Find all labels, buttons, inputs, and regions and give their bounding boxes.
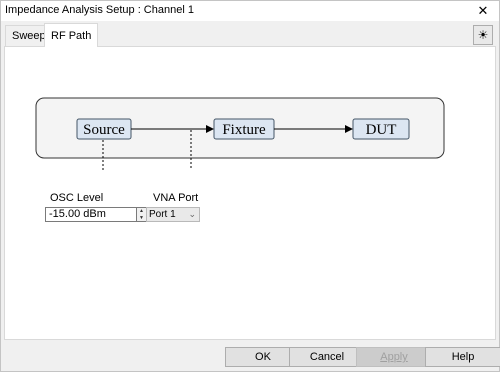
apply-button[interactable]: Apply (356, 347, 432, 367)
vna-port-value: Port 1 (149, 209, 176, 220)
dut-node-label: DUT (366, 122, 397, 138)
source-node[interactable]: Source (76, 118, 132, 140)
vna-port-select[interactable]: Port 1 ⌄ (146, 207, 200, 222)
sun-icon: ☀ (477, 28, 489, 42)
title-bar: Impedance Analysis Setup : Channel 1 ✕ (1, 1, 499, 21)
spin-up-icon[interactable]: ▲ (137, 208, 146, 214)
window-title: Impedance Analysis Setup : Channel 1 (5, 4, 194, 16)
rf-path-panel: Source Fixture DUT OSC Level VNA Port -1… (4, 46, 496, 340)
vna-port-label: VNA Port (153, 192, 199, 204)
fixture-node-label: Fixture (222, 122, 266, 138)
source-node-label: Source (83, 122, 125, 138)
button-bar: OK Cancel Apply Help (1, 341, 500, 371)
dut-node[interactable]: DUT (352, 118, 410, 140)
chevron-down-icon: ⌄ (188, 209, 196, 219)
sun-button[interactable]: ☀ (473, 25, 493, 45)
fixture-node[interactable]: Fixture (213, 118, 275, 140)
tab-strip: Sweep RF Path ☀ (1, 22, 499, 47)
tab-rf-path[interactable]: RF Path (44, 23, 99, 47)
osc-level-input[interactable]: -15.00 dBm (45, 207, 137, 222)
close-icon: ✕ (477, 3, 489, 18)
cancel-button[interactable]: Cancel (289, 347, 365, 367)
help-button[interactable]: Help (425, 347, 500, 367)
rf-path-diagram: Source Fixture DUT (35, 97, 445, 170)
close-button[interactable]: ✕ (467, 1, 499, 21)
osc-level-label: OSC Level (50, 192, 104, 204)
impedance-setup-dialog: Impedance Analysis Setup : Channel 1 ✕ S… (0, 0, 500, 372)
spin-down-icon[interactable]: ▼ (137, 215, 146, 221)
apply-button-label: Apply (380, 351, 408, 363)
